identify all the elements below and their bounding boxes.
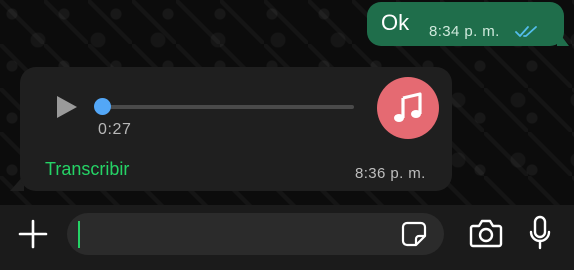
audio-progress-knob[interactable] (94, 98, 111, 115)
outgoing-message-text: Ok (381, 10, 410, 35)
voice-message-time: 8:36 p. m. (355, 165, 426, 182)
text-cursor (78, 221, 80, 248)
plus-icon[interactable] (18, 219, 48, 249)
voice-avatar (377, 77, 439, 139)
transcribe-button[interactable]: Transcribir (45, 159, 129, 180)
play-icon[interactable] (56, 95, 78, 119)
music-note-icon (394, 92, 422, 122)
sticker-icon[interactable] (401, 221, 427, 247)
outgoing-message-bubble[interactable]: Ok 8:34 p. m. (367, 2, 564, 46)
voice-duration: 0:27 (98, 121, 132, 138)
message-input[interactable] (67, 213, 444, 255)
double-check-read-icon (515, 26, 537, 37)
camera-icon[interactable] (469, 218, 503, 248)
outgoing-message-time: 8:34 p. m. (429, 23, 500, 40)
audio-progress-track[interactable] (104, 105, 354, 109)
microphone-icon[interactable] (528, 215, 552, 251)
